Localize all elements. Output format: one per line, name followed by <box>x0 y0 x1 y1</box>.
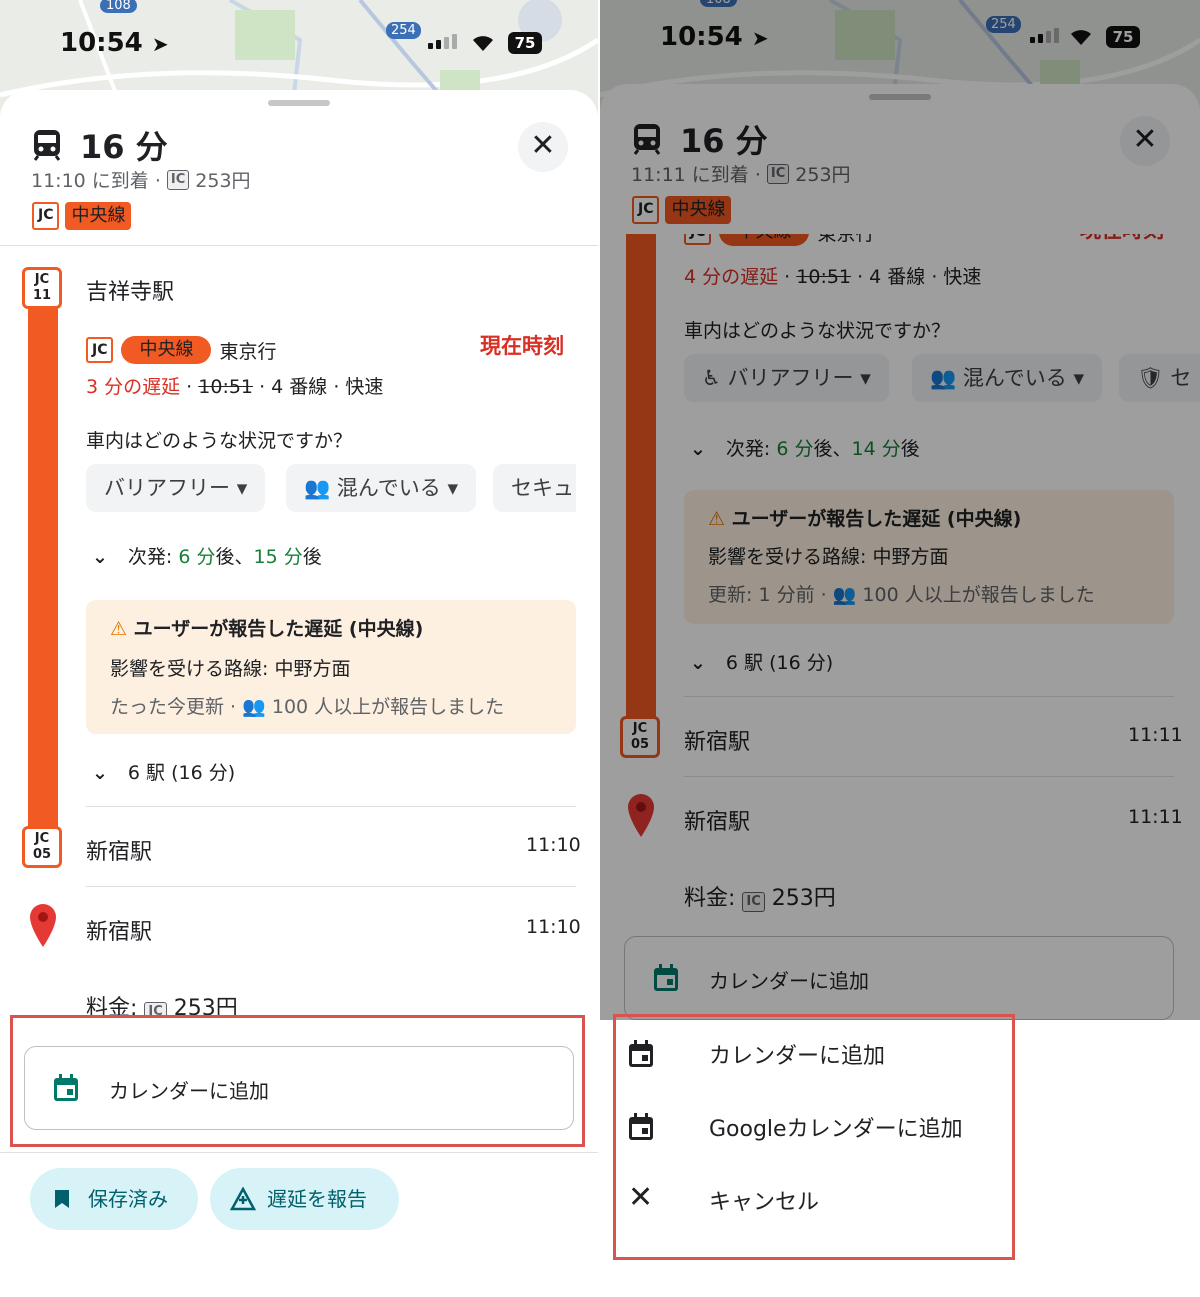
security-chip[interactable]: セキュ <box>493 464 576 512</box>
line-name-badge: 中央線 <box>121 336 212 364</box>
trip-summary: 16 分 <box>32 122 168 168</box>
report-delay-button[interactable]: 遅延を報告 <box>210 1168 399 1230</box>
modal-scrim[interactable] <box>600 0 1200 1020</box>
warning-icon <box>230 1187 256 1211</box>
warning-icon: ⚠ <box>110 618 128 640</box>
crowded-chip[interactable]: 👥 混んでいる ▾ <box>286 464 477 512</box>
arrival-time: 11:10 <box>526 834 581 856</box>
divider <box>86 886 576 887</box>
dropdown-arrow-icon: ▾ <box>236 476 248 500</box>
dropdown-arrow-icon: ▾ <box>447 476 459 500</box>
highlight-box <box>10 1015 585 1147</box>
saved-button[interactable]: 保存済み <box>30 1168 198 1230</box>
alert-title: ⚠ ユーザーが報告した遅延 (中央線) <box>110 618 424 640</box>
clock: 10:54 ➤ <box>60 28 169 58</box>
battery-icon: 75 <box>508 32 542 54</box>
ic-card-icon: IC <box>166 169 190 190</box>
divider <box>0 245 598 246</box>
highlight-box <box>613 1014 1015 1260</box>
alert-update: たった今更新 · 👥 100 人以上が報告しました <box>110 696 505 718</box>
arrival-time: 11:10 に到着 · <box>31 170 161 192</box>
trip-duration: 16 分 <box>80 128 168 166</box>
train-icon <box>33 130 61 161</box>
sheet-handle[interactable] <box>268 100 330 106</box>
delay-alert-card[interactable]: ⚠ ユーザーが報告した遅延 (中央線) 影響を受ける路線: 中野方面 たった今更… <box>86 600 576 734</box>
station-code-badge: JC 05 <box>22 826 62 868</box>
route-line <box>28 290 58 845</box>
chevron-down-icon: ⌄ <box>92 546 108 568</box>
line-name-badge: 中央線 <box>65 202 132 230</box>
chevron-down-icon: ⌄ <box>92 762 108 784</box>
close-icon: ✕ <box>530 128 556 163</box>
location-arrow-icon: ➤ <box>151 32 169 56</box>
line-code-badge: JC <box>32 202 60 230</box>
people-icon: 👥 <box>304 476 331 500</box>
fare: 253円 <box>195 170 251 192</box>
trip-arrival-fare: 11:10 に到着 · IC 253円 <box>31 166 251 193</box>
destination-name[interactable]: 新宿駅 <box>86 914 152 946</box>
divider <box>0 1152 598 1153</box>
line-tags: JC 中央線 <box>32 202 132 230</box>
departure-line-row: JC 中央線 東京行 <box>86 336 277 364</box>
direction: 東京行 <box>219 340 277 363</box>
accessibility-chip[interactable]: バリアフリー ▾ <box>86 464 266 512</box>
next-departures[interactable]: ⌄ 次発: 6 分後、15 分後 <box>92 542 322 569</box>
arrival-station-name[interactable]: 新宿駅 <box>86 834 152 866</box>
line-code-badge: JC <box>86 337 114 363</box>
people-icon: 👥 <box>242 696 266 718</box>
divider <box>86 806 576 807</box>
right-screenshot: 108 254 10:54 ➤ 75 16 分 ✕ 11:11 に到着 · IC… <box>600 0 1200 1297</box>
station-code-badge: JC 11 <box>22 267 62 309</box>
destination-time: 11:10 <box>526 916 581 938</box>
crowding-question: 車内はどのような状況ですか？ <box>86 430 353 452</box>
cellular-signal-icon <box>428 34 457 49</box>
bookmark-icon <box>55 1190 69 1208</box>
delay-info: 3 分の遅延 · 10:51 · 4 番線 · 快速 <box>86 376 384 398</box>
crowding-chips: バリアフリー ▾ 👥 混んでいる ▾ セキュ <box>86 464 576 514</box>
intermediate-stops-toggle[interactable]: ⌄ 6 駅 (16 分) <box>92 758 235 785</box>
destination-pin-icon <box>30 904 56 947</box>
realtime-label: 現在時刻 <box>480 334 564 358</box>
road-label: 108 <box>100 0 137 13</box>
wifi-icon <box>473 36 493 51</box>
status-bar: 10:54 ➤ 75 <box>0 28 598 62</box>
close-button[interactable]: ✕ <box>518 122 568 172</box>
departure-station-name[interactable]: 吉祥寺駅 <box>86 274 174 306</box>
left-screenshot: 108 254 10:54 ➤ 75 16 分 ✕ 11:10 に到着 · IC… <box>0 0 598 1297</box>
alert-affected-line: 影響を受ける路線: 中野方面 <box>110 658 351 680</box>
